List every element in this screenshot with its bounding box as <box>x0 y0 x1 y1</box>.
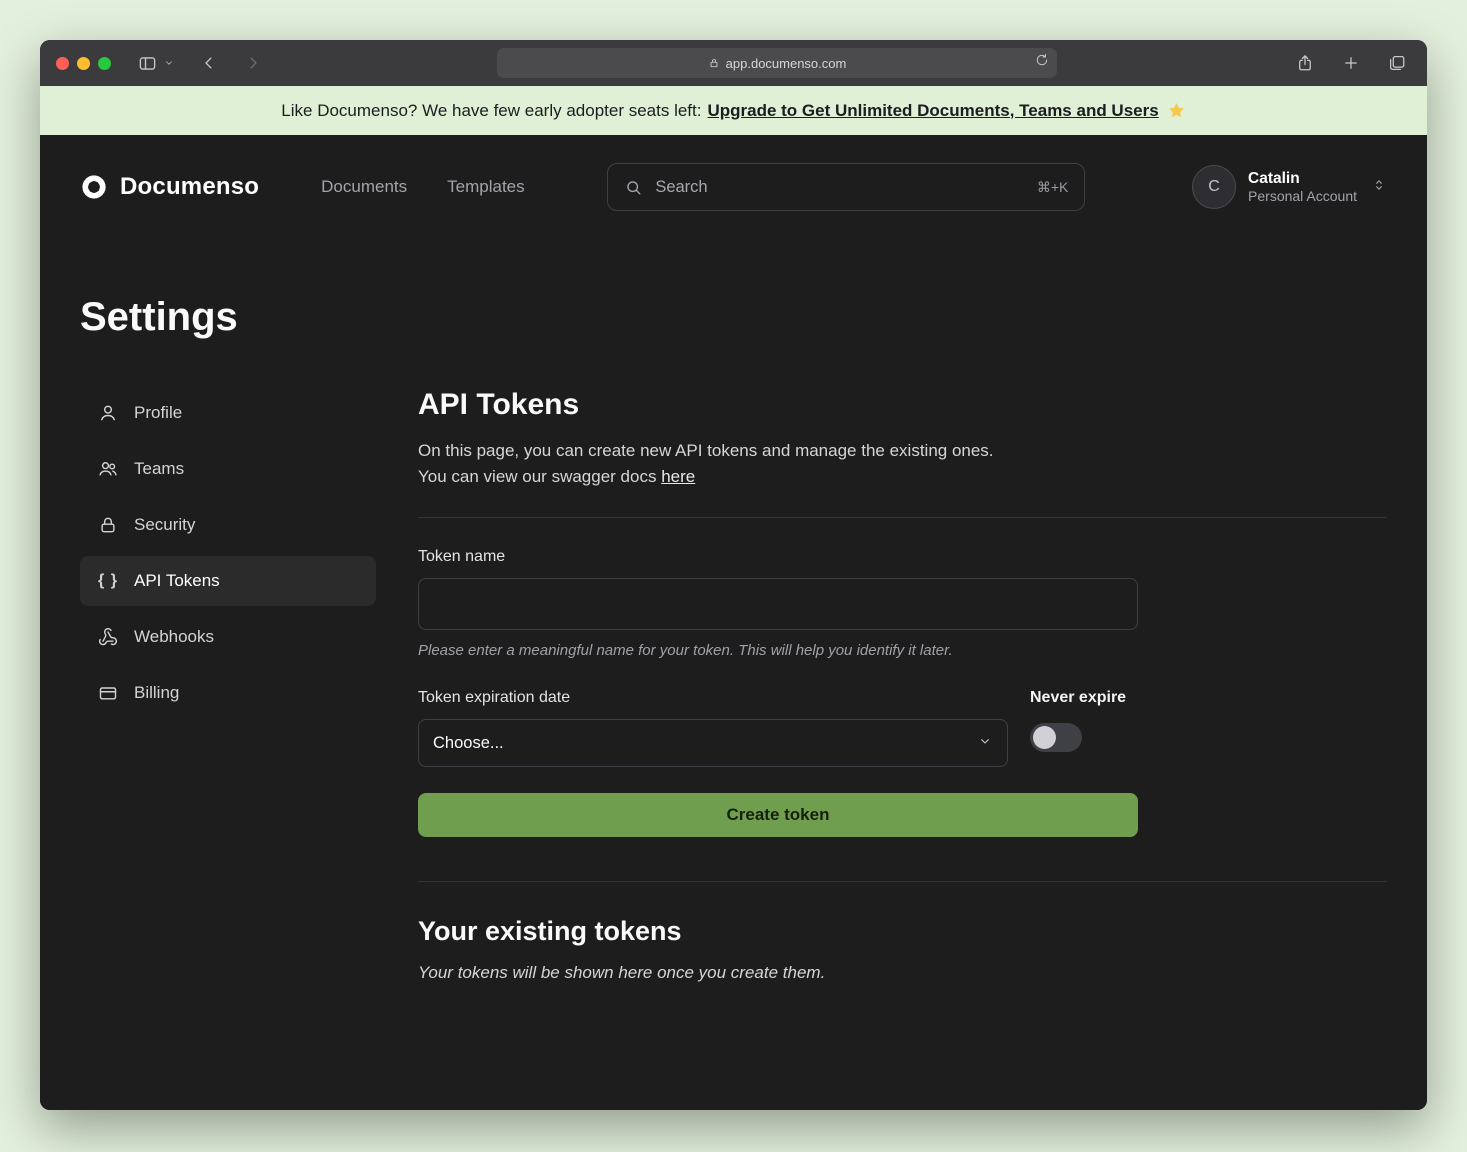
divider <box>418 881 1387 882</box>
user-account-type: Personal Account <box>1248 188 1357 206</box>
webhook-icon <box>96 627 120 647</box>
nav-templates[interactable]: Templates <box>447 177 524 197</box>
description-line1: On this page, you can create new API tok… <box>418 441 994 460</box>
sidebar-item-label: Teams <box>134 459 184 479</box>
user-icon <box>96 403 120 423</box>
sidebar-item-billing[interactable]: Billing <box>80 668 376 718</box>
lock-icon <box>96 515 120 535</box>
sidebar-item-api-tokens[interactable]: { } API Tokens <box>80 556 376 606</box>
zoom-window-button[interactable] <box>98 57 111 70</box>
app-header: Documenso Documents Templates Search ⌘+K… <box>80 135 1387 239</box>
sidebar-item-profile[interactable]: Profile <box>80 388 376 438</box>
swagger-docs-link[interactable]: here <box>661 467 695 486</box>
new-tab-icon[interactable] <box>1337 49 1365 77</box>
create-token-button[interactable]: Create token <box>418 793 1138 837</box>
tls-lock-icon <box>708 57 720 69</box>
address-bar[interactable]: app.documenso.com <box>497 48 1057 78</box>
promo-banner: Like Documenso? We have few early adopte… <box>40 86 1427 135</box>
documenso-logo-icon <box>80 173 108 201</box>
banner-text: Like Documenso? We have few early adopte… <box>281 101 701 121</box>
page-title: Settings <box>80 295 1387 340</box>
search-shortcut: ⌘+K <box>1037 179 1069 196</box>
sidebar-item-label: Profile <box>134 403 182 423</box>
avatar-initial: C <box>1208 178 1220 196</box>
chevrons-up-down-icon <box>1371 177 1387 198</box>
sidebar-toggle-icon[interactable] <box>133 49 161 77</box>
share-icon[interactable] <box>1291 49 1319 77</box>
sidebar-item-label: API Tokens <box>134 571 220 591</box>
search-input[interactable]: Search ⌘+K <box>607 163 1085 211</box>
token-name-input[interactable] <box>418 578 1138 630</box>
search-placeholder: Search <box>655 178 707 197</box>
chevron-down-icon <box>977 733 993 754</box>
sidebar-item-teams[interactable]: Teams <box>80 444 376 494</box>
account-menu[interactable]: C Catalin Personal Account <box>1192 165 1387 209</box>
url-text: app.documenso.com <box>726 56 847 71</box>
credit-card-icon <box>96 683 120 703</box>
sidebar-item-webhooks[interactable]: Webhooks <box>80 612 376 662</box>
star-icon <box>1167 101 1186 120</box>
expiration-select[interactable]: Choose... <box>418 719 1008 767</box>
tab-group-chevron-icon[interactable] <box>161 49 177 77</box>
window-controls <box>56 57 111 70</box>
search-icon <box>624 178 643 197</box>
reload-icon[interactable] <box>1035 53 1049 70</box>
back-button[interactable] <box>195 49 223 77</box>
token-name-label: Token name <box>418 548 1138 566</box>
expiration-value: Choose... <box>433 734 504 753</box>
existing-tokens-empty-text: Your tokens will be shown here once you … <box>418 963 1387 983</box>
documenso-brand[interactable]: Documenso <box>80 173 259 201</box>
settings-sidebar: Profile Teams Security { } API Token <box>80 388 376 1060</box>
user-name: Catalin <box>1248 169 1357 188</box>
users-icon <box>96 459 120 479</box>
never-expire-toggle[interactable] <box>1030 723 1082 752</box>
description-line2: You can view our swagger docs <box>418 467 661 486</box>
main-nav: Documents Templates <box>321 177 524 197</box>
toggle-knob <box>1033 726 1056 749</box>
braces-icon: { } <box>96 572 120 590</box>
browser-window: app.documenso.com Like Documenso? We hav… <box>40 40 1427 1110</box>
expiration-label: Token expiration date <box>418 689 1008 707</box>
avatar: C <box>1192 165 1236 209</box>
upgrade-link[interactable]: Upgrade to Get Unlimited Documents, Team… <box>707 101 1158 121</box>
sidebar-item-label: Webhooks <box>134 627 214 647</box>
section-title: API Tokens <box>418 388 1387 422</box>
tab-overview-icon[interactable] <box>1383 49 1411 77</box>
api-tokens-panel: API Tokens On this page, you can create … <box>418 388 1387 1060</box>
divider <box>418 517 1387 518</box>
close-window-button[interactable] <box>56 57 69 70</box>
sidebar-item-label: Security <box>134 515 195 535</box>
existing-tokens-title: Your existing tokens <box>418 916 1387 947</box>
never-expire-label: Never expire <box>1030 689 1138 707</box>
sidebar-item-security[interactable]: Security <box>80 500 376 550</box>
minimize-window-button[interactable] <box>77 57 90 70</box>
token-name-help: Please enter a meaningful name for your … <box>418 642 1138 659</box>
browser-toolbar: app.documenso.com <box>40 40 1427 86</box>
section-description: On this page, you can create new API tok… <box>418 438 1387 489</box>
brand-name: Documenso <box>120 173 259 201</box>
sidebar-item-label: Billing <box>134 683 179 703</box>
app-content: Documenso Documents Templates Search ⌘+K… <box>40 135 1427 1110</box>
forward-button[interactable] <box>239 49 267 77</box>
nav-documents[interactable]: Documents <box>321 177 407 197</box>
